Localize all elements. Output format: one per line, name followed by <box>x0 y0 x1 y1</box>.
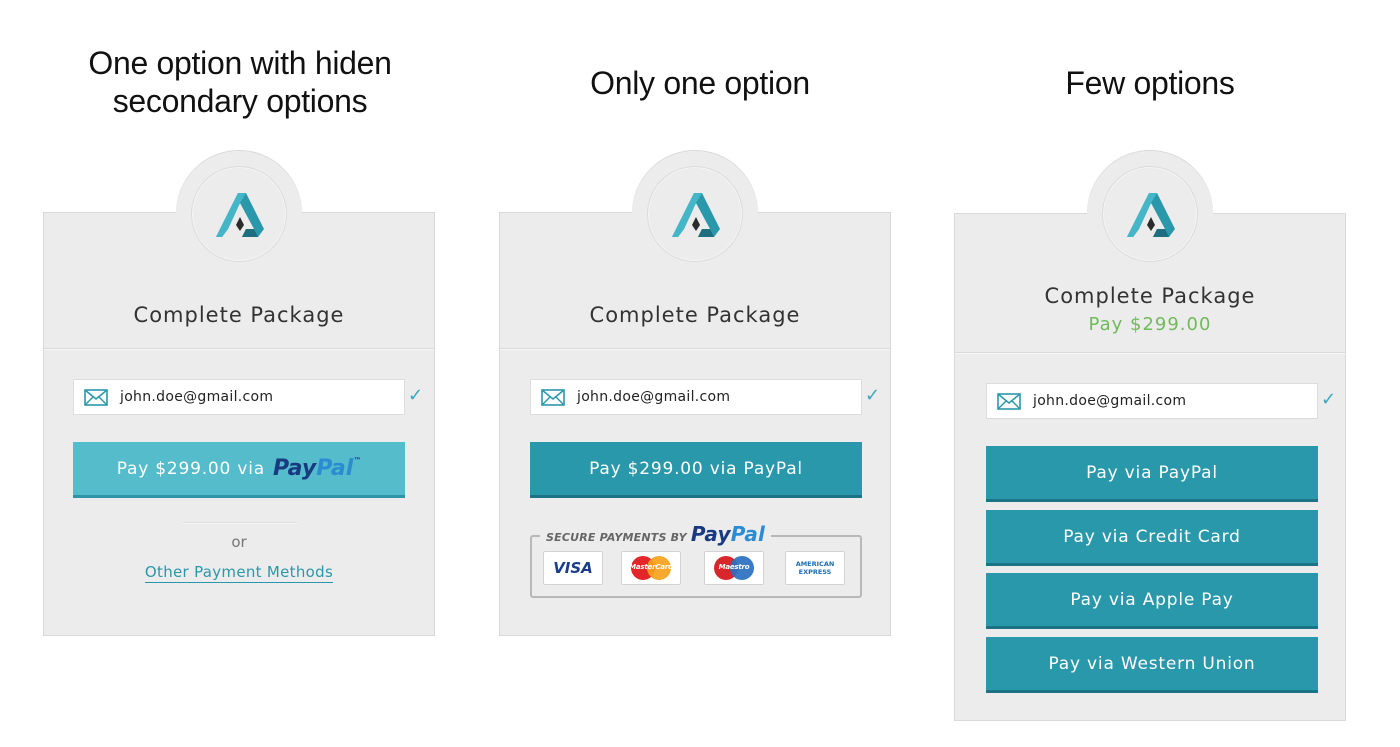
pay-via-apple-pay-button[interactable]: Pay via Apple Pay <box>986 573 1318 629</box>
triangle-logo-icon <box>1127 193 1175 237</box>
checkmark-icon: ✓ <box>1321 389 1337 410</box>
email-field[interactable]: john.doe@gmail.com <box>986 383 1318 419</box>
heading-only-one-option: Only one option <box>590 65 810 101</box>
logo-ring <box>1102 166 1198 262</box>
email-value: john.doe@gmail.com <box>1033 393 1187 409</box>
mastercard-icon: MasterCard <box>621 551 681 585</box>
pay-button-label: Pay $299.00 via <box>116 458 265 479</box>
header-divider <box>44 348 434 349</box>
paypal-logo-icon: PayPal <box>690 522 766 546</box>
other-payment-methods-link[interactable]: Other Payment Methods <box>44 563 434 583</box>
pay-via-credit-card-button[interactable]: Pay via Credit Card <box>986 510 1318 566</box>
heading-one-option-hidden: One option with hiden secondary options <box>40 44 440 120</box>
paypal-logo-icon: PayPal™ <box>272 456 362 481</box>
header-divider <box>500 348 890 349</box>
email-value: john.doe@gmail.com <box>120 389 274 405</box>
heading-few-options: Few options <box>1065 65 1235 101</box>
logo-badge-overlay <box>1087 151 1213 277</box>
checkmark-icon: ✓ <box>865 385 881 406</box>
package-price: Pay $299.00 <box>1088 314 1212 335</box>
heading-line-1: One option with hiden <box>88 45 392 81</box>
or-text: or <box>231 533 247 551</box>
checkout-card-hidden-options: Complete Package john.doe@gmail.com ✓ Pa… <box>43 151 435 636</box>
logo-ring <box>647 166 743 262</box>
pay-via-western-union-button[interactable]: Pay via Western Union <box>986 637 1318 693</box>
envelope-icon <box>997 393 1021 410</box>
email-value: john.doe@gmail.com <box>577 389 731 405</box>
heading-line-2: secondary options <box>112 83 368 119</box>
logo-badge-overlay <box>176 151 302 277</box>
header-divider <box>955 352 1345 353</box>
maestro-card-icon: Maestro <box>704 551 764 585</box>
checkout-card-few-options: Complete Package Pay $299.00 john.doe@gm… <box>954 151 1346 721</box>
visa-card-icon: VISA <box>543 551 603 585</box>
email-field[interactable]: john.doe@gmail.com <box>73 379 405 415</box>
package-title: Complete Package <box>1044 284 1256 308</box>
secure-payments-label: SECURE PAYMENTS BY PayPal <box>540 522 772 546</box>
package-title: Complete Package <box>589 303 801 327</box>
package-title: Complete Package <box>133 303 345 327</box>
amex-card-icon: AMERICAN EXPRESS <box>785 551 845 585</box>
triangle-logo-icon <box>672 193 720 237</box>
or-separator-line <box>183 522 297 523</box>
checkout-card-single-option: Complete Package john.doe@gmail.com ✓ Pa… <box>499 151 891 636</box>
pay-paypal-button[interactable]: Pay $299.00 via PayPal™ <box>73 442 405 498</box>
checkmark-icon: ✓ <box>408 385 424 406</box>
email-field[interactable]: john.doe@gmail.com <box>530 379 862 415</box>
pay-via-paypal-button[interactable]: Pay $299.00 via PayPal <box>530 442 862 498</box>
pay-via-paypal-button[interactable]: Pay via PayPal <box>986 446 1318 502</box>
triangle-logo-icon <box>216 193 264 237</box>
secure-payments-box: SECURE PAYMENTS BY PayPal VISA MasterCar… <box>530 522 862 598</box>
envelope-icon <box>84 389 108 406</box>
logo-badge-overlay <box>632 151 758 277</box>
envelope-icon <box>541 389 565 406</box>
logo-ring <box>191 166 287 262</box>
